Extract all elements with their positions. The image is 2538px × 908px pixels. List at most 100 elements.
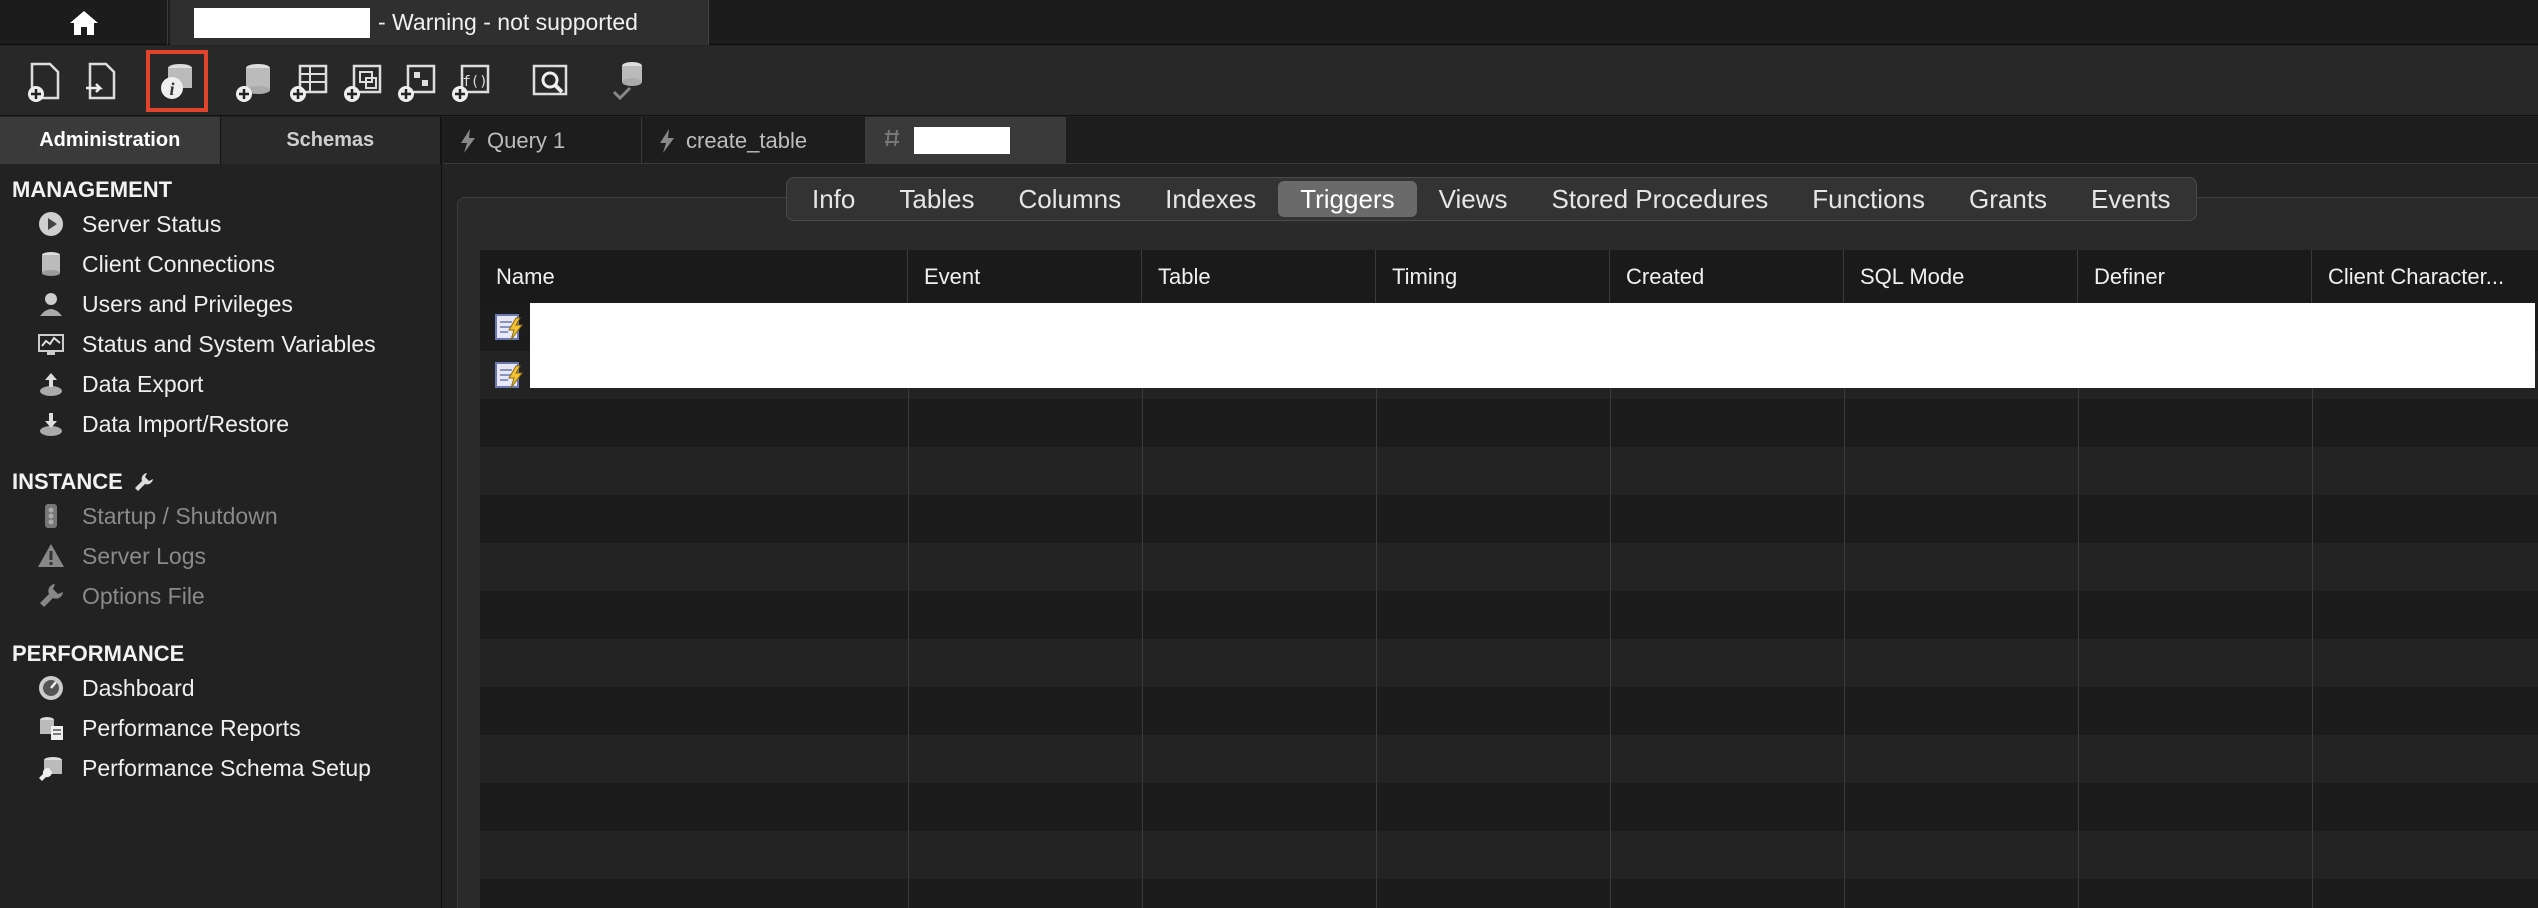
nav-options-file[interactable]: Options File	[0, 576, 441, 616]
create-schema-icon[interactable]	[232, 58, 278, 104]
nav-client-connections[interactable]: Client Connections	[0, 244, 441, 284]
create-function-icon[interactable]: f()	[448, 58, 494, 104]
tab-create-table[interactable]: create_table	[642, 117, 866, 164]
nav-data-export[interactable]: Data Export	[0, 364, 441, 404]
table-row	[480, 447, 2538, 495]
nav-label: Server Status	[82, 210, 222, 237]
tab-schemas[interactable]: Schemas	[220, 117, 441, 164]
tab-administration[interactable]: Administration	[0, 117, 221, 164]
redacted-trigger-rows	[530, 303, 2535, 388]
column-divider	[908, 303, 909, 908]
table-row	[480, 591, 2538, 639]
column-divider	[1376, 303, 1377, 908]
redacted-tab-label	[914, 127, 1010, 154]
main-toolbar: i f()	[0, 46, 2538, 116]
table-row	[480, 735, 2538, 783]
table-row	[480, 639, 2538, 687]
create-procedure-icon[interactable]	[394, 58, 440, 104]
column-header-created[interactable]: Created	[1610, 250, 1844, 303]
bolt-icon	[459, 128, 477, 154]
tab-label: create_table	[686, 127, 808, 153]
trigger-icon	[494, 360, 524, 390]
column-divider	[1610, 303, 1611, 908]
nav-label: Performance Reports	[82, 714, 301, 741]
instance-section-title: INSTANCE	[0, 468, 441, 496]
nav-label: Client Connections	[82, 250, 276, 277]
wrench-icon	[36, 581, 66, 611]
segment-info[interactable]: Info	[790, 181, 877, 217]
schema-inspector-icon[interactable]: i	[146, 50, 208, 112]
segment-views[interactable]: Views	[1417, 181, 1530, 217]
redacted-connection-name	[194, 7, 370, 38]
segment-stored-procedures[interactable]: Stored Procedures	[1529, 181, 1790, 217]
connection-tab-label: - Warning - not supported	[378, 9, 638, 35]
trigger-icon	[494, 312, 524, 342]
nav-users-privileges[interactable]: Users and Privileges	[0, 284, 441, 324]
performance-title-text: PERFORMANCE	[12, 641, 185, 666]
segment-functions[interactable]: Functions	[1790, 181, 1947, 217]
tab-query-1[interactable]: Query 1	[443, 117, 642, 164]
table-row	[480, 543, 2538, 591]
data-export-icon	[36, 369, 66, 399]
reconnect-dbms-icon[interactable]	[606, 58, 652, 104]
nav-server-logs[interactable]: Server Logs	[0, 536, 441, 576]
segment-columns[interactable]: Columns	[997, 181, 1144, 217]
create-table-icon[interactable]	[286, 58, 332, 104]
column-header-event[interactable]: Event	[908, 250, 1142, 303]
users-icon	[36, 289, 66, 319]
nav-label: Data Import/Restore	[82, 410, 290, 437]
open-sql-script-icon[interactable]	[78, 58, 124, 104]
inspector-tab-icon	[882, 128, 902, 154]
column-header-table[interactable]: Table	[1142, 250, 1376, 303]
instance-title-text: INSTANCE	[12, 469, 123, 494]
nav-startup-shutdown[interactable]: Startup / Shutdown	[0, 496, 441, 536]
search-table-data-icon[interactable]	[528, 58, 574, 104]
home-button[interactable]	[0, 0, 168, 45]
column-divider	[2078, 303, 2079, 908]
svg-text:f(): f()	[462, 74, 487, 90]
management-section-title: MANAGEMENT	[0, 176, 441, 204]
connection-tab[interactable]: - Warning - not supported	[170, 0, 709, 45]
nav-label: Status and System Variables	[82, 330, 376, 357]
schema-setup-icon	[36, 753, 66, 783]
table-row	[480, 687, 2538, 735]
dashboard-icon	[36, 673, 66, 703]
segment-indexes[interactable]: Indexes	[1143, 181, 1278, 217]
home-icon	[69, 10, 98, 35]
segment-events[interactable]: Events	[2069, 181, 2193, 217]
nav-performance-reports[interactable]: Performance Reports	[0, 708, 441, 748]
table-row	[480, 879, 2538, 908]
nav-server-status[interactable]: Server Status	[0, 204, 441, 244]
segment-tables[interactable]: Tables	[877, 181, 996, 217]
new-sql-tab-icon[interactable]	[22, 58, 68, 104]
navigator-sidebar: Administration Schemas MANAGEMENT Server…	[0, 117, 442, 908]
inspector-segmented-control: Info Tables Columns Indexes Triggers Vie…	[786, 177, 2197, 221]
column-header-sql-mode[interactable]: SQL Mode	[1844, 250, 2078, 303]
nav-label: Startup / Shutdown	[82, 502, 278, 529]
nav-data-import[interactable]: Data Import/Restore	[0, 404, 441, 444]
create-view-icon[interactable]	[340, 58, 386, 104]
segment-grants[interactable]: Grants	[1947, 181, 2069, 217]
tab-label: Query 1	[487, 127, 566, 153]
performance-reports-icon	[36, 713, 66, 743]
column-header-definer[interactable]: Definer	[2078, 250, 2312, 303]
bolt-icon	[658, 128, 676, 154]
tab-schema-inspector[interactable]	[866, 117, 1066, 164]
performance-section-title: PERFORMANCE	[0, 640, 441, 668]
segment-triggers[interactable]: Triggers	[1278, 181, 1417, 217]
column-header-name[interactable]: Name	[480, 250, 908, 303]
table-row	[480, 831, 2538, 879]
nav-status-system-variables[interactable]: Status and System Variables	[0, 324, 441, 364]
nav-performance-schema-setup[interactable]: Performance Schema Setup	[0, 748, 441, 788]
server-status-icon	[36, 209, 66, 239]
nav-label: Performance Schema Setup	[82, 754, 371, 781]
column-header-timing[interactable]: Timing	[1376, 250, 1610, 303]
management-title-text: MANAGEMENT	[12, 177, 173, 202]
nav-label: Data Export	[82, 370, 204, 397]
column-header-client-character[interactable]: Client Character...	[2312, 250, 2538, 303]
startup-icon	[36, 501, 66, 531]
nav-label: Dashboard	[82, 674, 195, 701]
table-row	[480, 783, 2538, 831]
nav-dashboard[interactable]: Dashboard	[0, 668, 441, 708]
data-import-icon	[36, 409, 66, 439]
